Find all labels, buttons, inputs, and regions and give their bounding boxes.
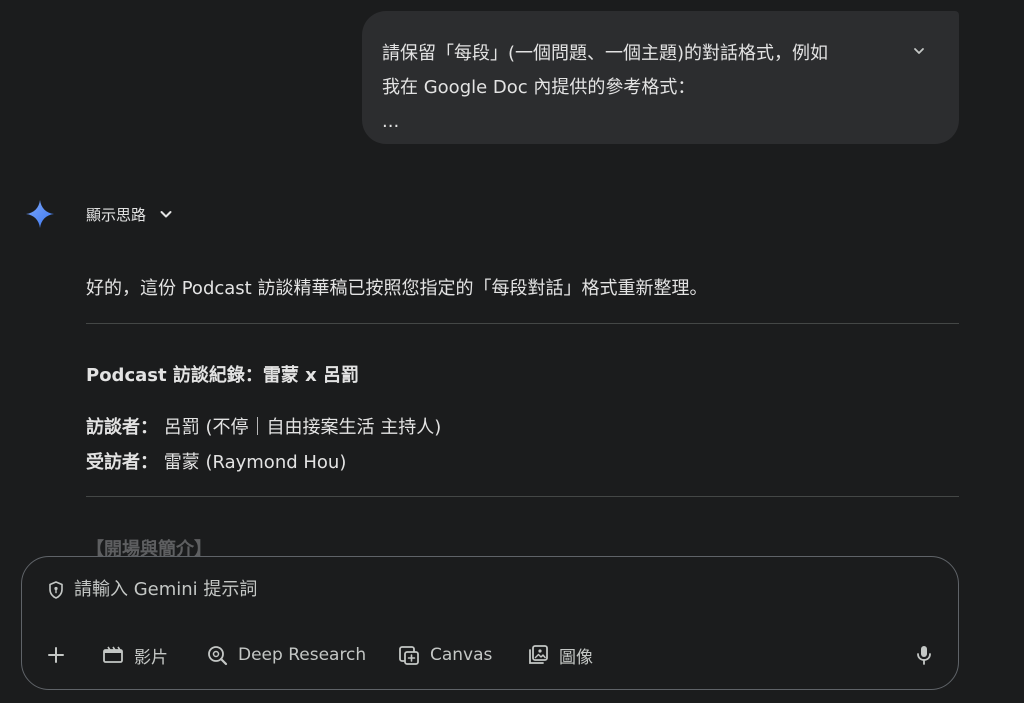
interviewer-line: 訪談者： 呂罰 (不停｜自由接案生活 主持人) bbox=[86, 413, 441, 439]
prompt-composer: 影片 Deep Research Canvas bbox=[21, 556, 959, 690]
plus-icon bbox=[46, 645, 66, 665]
interviewer-label: 訪談者： bbox=[86, 417, 158, 438]
interviewee-label: 受訪者： bbox=[86, 452, 158, 473]
show-thinking-toggle[interactable]: 顯示思路 bbox=[86, 202, 174, 226]
image-icon bbox=[527, 644, 549, 666]
deep-research-label: Deep Research bbox=[238, 645, 367, 665]
microphone-button[interactable] bbox=[915, 641, 933, 669]
video-tool-label: 影片 bbox=[134, 647, 168, 668]
video-tool-button[interactable]: 影片 bbox=[102, 641, 168, 669]
response-title: Podcast 訪談紀錄：雷蒙 x 呂罰 bbox=[86, 365, 359, 386]
canvas-icon bbox=[398, 644, 420, 666]
image-tool-label: 圖像 bbox=[559, 647, 593, 668]
chevron-down-icon bbox=[912, 44, 926, 58]
shield-icon bbox=[46, 580, 66, 600]
interviewer-value: 呂罰 (不停｜自由接案生活 主持人) bbox=[163, 417, 442, 438]
divider bbox=[86, 323, 959, 324]
user-message-line: ... bbox=[382, 111, 400, 132]
divider bbox=[86, 496, 959, 497]
user-message-line: 請保留「每段」(一個問題、一個主題)的對話格式，例如 bbox=[382, 43, 829, 64]
chevron-down-icon bbox=[158, 206, 174, 222]
microphone-icon bbox=[915, 644, 933, 666]
canvas-label: Canvas bbox=[430, 645, 493, 665]
video-icon bbox=[102, 645, 124, 665]
deep-research-icon bbox=[206, 644, 228, 666]
user-message-line: 我在 Google Doc 內提供的參考格式： bbox=[382, 77, 696, 98]
interviewee-value: 雷蒙 (Raymond Hou) bbox=[163, 452, 347, 473]
canvas-button[interactable]: Canvas bbox=[398, 641, 492, 669]
prompt-row bbox=[46, 579, 854, 600]
image-tool-button[interactable]: 圖像 bbox=[527, 641, 593, 669]
expand-message-button[interactable] bbox=[909, 41, 929, 61]
response-intro: 好的，這份 Podcast 訪談精華稿已按照您指定的「每段對話」格式重新整理。 bbox=[86, 278, 708, 299]
show-thinking-label: 顯示思路 bbox=[86, 205, 147, 224]
gemini-sparkle-icon bbox=[24, 198, 56, 230]
interviewee-line: 受訪者： 雷蒙 (Raymond Hou) bbox=[86, 448, 346, 474]
user-message-bubble: 請保留「每段」(一個問題、一個主題)的對話格式，例如 我在 Google Doc… bbox=[362, 11, 959, 144]
add-button[interactable] bbox=[46, 641, 66, 669]
deep-research-button[interactable]: Deep Research bbox=[206, 641, 366, 669]
prompt-input[interactable] bbox=[74, 579, 854, 600]
